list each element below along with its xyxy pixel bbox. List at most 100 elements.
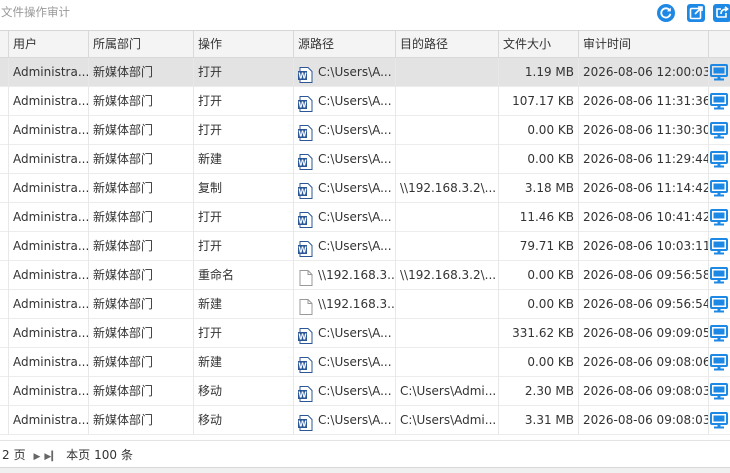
monitor-icon[interactable] <box>710 325 728 342</box>
monitor-icon[interactable] <box>710 122 728 139</box>
audit-table: 用户 所属部门 操作 源路径 目的路径 文件大小 审计时间 Administra… <box>0 30 730 440</box>
monitor-icon[interactable] <box>710 151 728 168</box>
source-path-cell: W C:\Users\A... <box>293 232 395 261</box>
operation-cell-text: 打开 <box>198 239 223 253</box>
table-row[interactable]: Administra... 新媒体部门 新建 W C:\Users\A... 0.00 K… <box>0 145 730 174</box>
user-cell-text: Administra... <box>13 152 88 166</box>
monitor-icon[interactable] <box>710 354 728 371</box>
user-cell-text: Administra... <box>13 123 88 137</box>
department-cell-text: 新媒体部门 <box>93 152 154 166</box>
department-cell-text: 新媒体部门 <box>93 210 154 224</box>
audit-time-cell: 2026-08-06 11:30:30 <box>578 116 708 145</box>
blank-file-icon <box>298 268 313 286</box>
source-path-cell-text: C:\Users\A... <box>318 65 392 79</box>
user-cell-text: Administra... <box>13 210 88 224</box>
table-row[interactable]: Administra... 新媒体部门 重命名 \\192.168.3... \\192… <box>0 261 730 290</box>
table-row[interactable]: Administra... 新媒体部门 打开 W C:\Users\A... 0.00 K… <box>0 116 730 145</box>
table-row[interactable]: Administra... 新媒体部门 打开 W C:\Users\A... 11.46 … <box>0 203 730 232</box>
department-cell-text: 新媒体部门 <box>93 181 154 195</box>
user-cell: Administra... <box>8 348 88 377</box>
svg-text:W: W <box>298 245 307 254</box>
file-size-cell-text: 3.18 MB <box>524 181 574 195</box>
word-doc-icon: W <box>298 326 313 344</box>
share-icon[interactable] <box>712 3 730 23</box>
svg-text:W: W <box>298 100 307 109</box>
page-number[interactable]: 2 <box>2 448 10 462</box>
audit-time-cell: 2026-08-06 11:29:44 <box>578 145 708 174</box>
table-row[interactable]: Administra... 新媒体部门 打开 W C:\Users\A... 79.71 … <box>0 232 730 261</box>
svg-text:W: W <box>298 419 307 428</box>
word-doc-icon: W <box>298 65 313 83</box>
row-spacer <box>0 232 8 261</box>
column-header-destination-path[interactable]: 目的路径 <box>395 31 498 58</box>
audit-time-cell-text: 2026-08-06 09:56:54 <box>583 297 708 311</box>
column-header-operation[interactable]: 操作 <box>193 31 293 58</box>
monitor-icon[interactable] <box>710 93 728 110</box>
user-cell-text: Administra... <box>13 326 88 340</box>
operation-cell: 打开 <box>193 58 293 87</box>
monitor-icon[interactable] <box>710 238 728 255</box>
table-row[interactable]: Administra... 新媒体部门 打开 W C:\Users\A... 107.17… <box>0 87 730 116</box>
audit-time-cell: 2026-08-06 09:08:03 <box>578 406 708 435</box>
operation-cell: 打开 <box>193 116 293 145</box>
export-icon[interactable] <box>686 3 706 23</box>
monitor-icon[interactable] <box>710 64 728 81</box>
audit-time-cell: 2026-08-06 09:09:05 <box>578 319 708 348</box>
department-cell: 新媒体部门 <box>88 232 193 261</box>
source-path-cell-text: C:\Users\A... <box>318 94 392 108</box>
operation-cell-text: 新建 <box>198 297 223 311</box>
operation-cell: 新建 <box>193 290 293 319</box>
source-path-cell: W C:\Users\A... <box>293 174 395 203</box>
user-cell-text: Administra... <box>13 94 88 108</box>
word-doc-icon: W <box>298 384 313 402</box>
row-spacer <box>0 377 8 406</box>
pagination-bar: 2页 ▶ ▶▎ 本页 100 条 <box>0 440 730 467</box>
file-size-cell-text: 0.00 KB <box>527 123 574 137</box>
source-path-cell-text: C:\Users\A... <box>318 413 392 427</box>
column-header-audit-time[interactable]: 审计时间 <box>578 31 708 58</box>
last-page-icon[interactable]: ▶▎ <box>44 452 58 462</box>
table-row[interactable]: Administra... 新媒体部门 新建 \\192.168.3... 0.00 K… <box>0 290 730 319</box>
table-row[interactable]: Administra... 新媒体部门 移动 W C:\Users\A... C:\Use… <box>0 377 730 406</box>
audit-time-cell-text: 2026-08-06 09:08:06 <box>583 355 708 369</box>
file-size-cell-text: 0.00 KB <box>527 268 574 282</box>
monitor-icon[interactable] <box>710 180 728 197</box>
audit-time-cell: 2026-08-06 11:14:42 <box>578 174 708 203</box>
table-row[interactable]: Administra... 新媒体部门 打开 W C:\Users\A... 1.19 M… <box>0 58 730 87</box>
user-cell: Administra... <box>8 145 88 174</box>
monitor-icon[interactable] <box>710 209 728 226</box>
table-row[interactable]: Administra... 新媒体部门 移动 W C:\Users\A... C:\Use… <box>0 406 730 435</box>
operation-cell: 新建 <box>193 348 293 377</box>
table-row[interactable]: Administra... 新媒体部门 打开 W C:\Users\A... 331.62… <box>0 319 730 348</box>
department-cell-text: 新媒体部门 <box>93 94 154 108</box>
source-path-cell: W C:\Users\A... <box>293 406 395 435</box>
next-page-icon[interactable]: ▶ <box>33 452 40 462</box>
table-row[interactable]: Administra... 新媒体部门 复制 W C:\Users\A... \\192.… <box>0 174 730 203</box>
monitor-icon[interactable] <box>710 383 728 400</box>
department-cell-text: 新媒体部门 <box>93 384 154 398</box>
file-size-cell: 3.18 MB <box>498 174 578 203</box>
source-path-cell-text: C:\Users\A... <box>318 384 392 398</box>
monitor-icon[interactable] <box>710 296 728 313</box>
operation-cell-text: 打开 <box>198 326 223 340</box>
department-cell-text: 新媒体部门 <box>93 65 154 79</box>
user-cell: Administra... <box>8 58 88 87</box>
refresh-icon[interactable] <box>656 3 676 23</box>
column-header-file-size[interactable]: 文件大小 <box>498 31 578 58</box>
header-spacer <box>0 31 8 58</box>
table-row[interactable]: Administra... 新媒体部门 新建 W C:\Users\A... 0.00 K… <box>0 348 730 377</box>
department-cell: 新媒体部门 <box>88 377 193 406</box>
word-doc-icon: W <box>298 413 313 431</box>
audit-time-cell-text: 2026-08-06 10:03:11 <box>583 239 708 253</box>
file-size-cell-text: 0.00 KB <box>527 297 574 311</box>
monitor-icon[interactable] <box>710 267 728 284</box>
column-header-user[interactable]: 用户 <box>8 31 88 58</box>
blank-file-icon <box>298 297 313 315</box>
user-cell-text: Administra... <box>13 65 88 79</box>
destination-path-cell <box>395 116 498 145</box>
word-doc-icon: W <box>298 152 313 170</box>
column-header-source-path[interactable]: 源路径 <box>293 31 395 58</box>
column-header-department[interactable]: 所属部门 <box>88 31 193 58</box>
file-size-cell: 0.00 KB <box>498 348 578 377</box>
monitor-icon[interactable] <box>710 412 728 429</box>
